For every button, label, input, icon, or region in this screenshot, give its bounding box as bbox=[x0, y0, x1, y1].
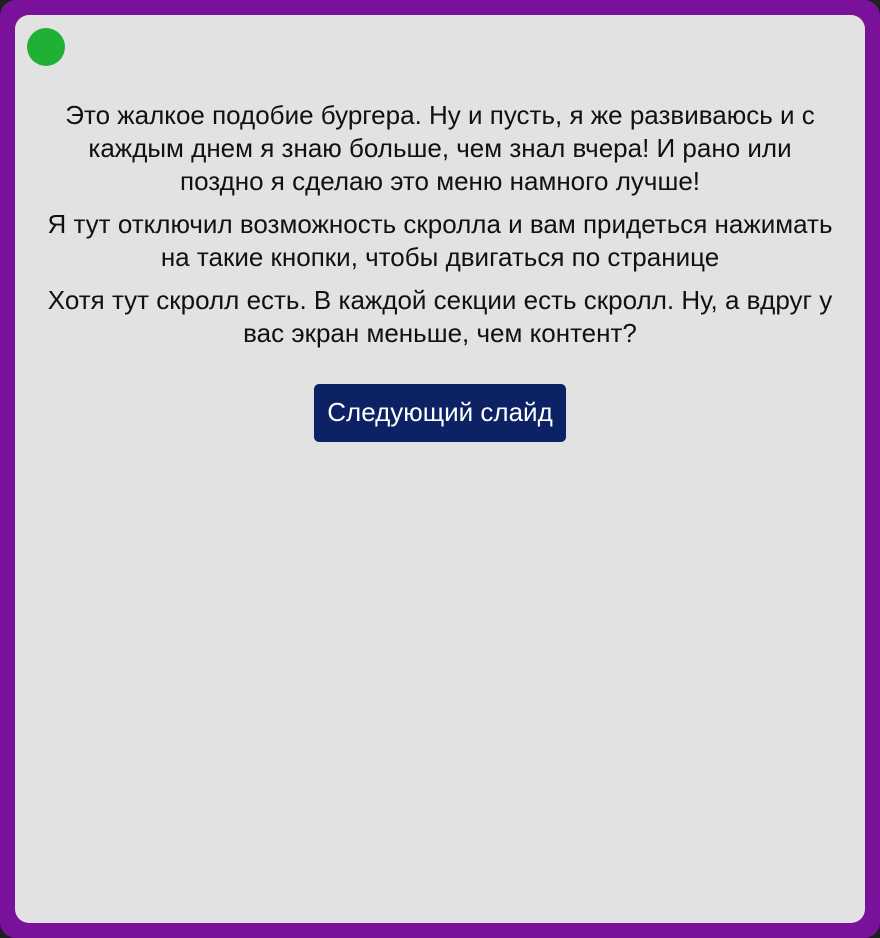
slide-content: Это жалкое подобие бургера. Ну и пусть, … bbox=[15, 99, 865, 442]
slide-section: Это жалкое подобие бургера. Ну и пусть, … bbox=[15, 15, 865, 923]
page-frame: Это жалкое подобие бургера. Ну и пусть, … bbox=[0, 0, 880, 938]
burger-menu-button[interactable] bbox=[27, 28, 65, 66]
button-container: Следующий слайд bbox=[15, 384, 865, 442]
paragraph-scroll-exists: Хотя тут скролл есть. В каждой секции ес… bbox=[47, 285, 833, 348]
paragraph-scroll-disabled: Я тут отключил возможность скролла и вам… bbox=[47, 209, 833, 272]
next-slide-button[interactable]: Следующий слайд bbox=[314, 384, 566, 442]
paragraph-intro: Это жалкое подобие бургера. Ну и пусть, … bbox=[65, 100, 815, 196]
